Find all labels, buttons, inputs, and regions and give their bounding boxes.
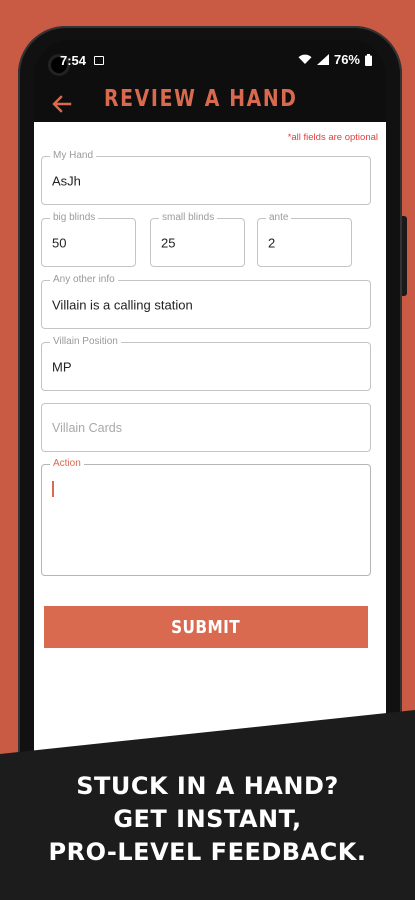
small-blinds-label: small blinds xyxy=(159,212,218,223)
image-notification-icon xyxy=(94,56,104,65)
action-field[interactable]: Action xyxy=(41,458,371,576)
other-info-field[interactable]: Any other info Villain is a calling stat… xyxy=(41,274,371,329)
submit-button[interactable]: SUBMIT xyxy=(44,606,368,648)
my-hand-value: AsJh xyxy=(52,173,81,188)
promo-line-1: STUCK IN A HAND? xyxy=(76,772,339,800)
arrow-left-icon[interactable] xyxy=(50,92,74,116)
other-info-label: Any other info xyxy=(50,274,118,285)
my-hand-field[interactable]: My Hand AsJh xyxy=(41,150,371,205)
villain-position-value: MP xyxy=(52,359,72,374)
promo-line-3: PRO-LEVEL FEEDBACK. xyxy=(48,838,367,866)
battery-percent: 76% xyxy=(333,52,360,67)
signal-icon xyxy=(316,54,329,65)
villain-position-field[interactable]: Villain Position MP xyxy=(41,336,371,391)
status-bar: 7:54 76% xyxy=(34,40,386,80)
battery-icon xyxy=(365,53,372,66)
big-blinds-value: 50 xyxy=(52,235,67,250)
phone-side-button xyxy=(402,216,407,296)
promo-headline: STUCK IN A HAND? GET INSTANT, PRO-LEVEL … xyxy=(0,770,415,869)
big-blinds-label: big blinds xyxy=(50,212,99,223)
promo-line-2: GET INSTANT, xyxy=(113,805,302,833)
ante-label: ante xyxy=(266,212,292,223)
villain-cards-placeholder: Villain Cards xyxy=(52,420,122,435)
ante-value: 2 xyxy=(268,235,276,250)
villain-position-label: Villain Position xyxy=(50,336,121,347)
wifi-icon xyxy=(298,54,312,64)
status-time: 7:54 xyxy=(60,53,87,68)
villain-cards-field[interactable]: Villain Cards xyxy=(41,403,371,452)
status-indicators: 76% xyxy=(298,52,372,67)
ante-field[interactable]: ante 2 xyxy=(257,212,352,267)
phone-screen: 7:54 76% REVIEW A HAND *all fields are o… xyxy=(34,40,386,830)
small-blinds-field[interactable]: small blinds 25 xyxy=(150,212,245,267)
small-blinds-value: 25 xyxy=(161,235,176,250)
my-hand-label: My Hand xyxy=(50,150,97,161)
submit-label: SUBMIT xyxy=(171,616,241,638)
action-label: Action xyxy=(50,458,84,469)
page-title: REVIEW A HAND xyxy=(104,86,298,112)
optional-fields-note: *all fields are optional xyxy=(287,132,378,143)
text-cursor xyxy=(52,481,54,497)
other-info-value: Villain is a calling station xyxy=(52,297,193,312)
big-blinds-field[interactable]: big blinds 50 xyxy=(41,212,136,267)
